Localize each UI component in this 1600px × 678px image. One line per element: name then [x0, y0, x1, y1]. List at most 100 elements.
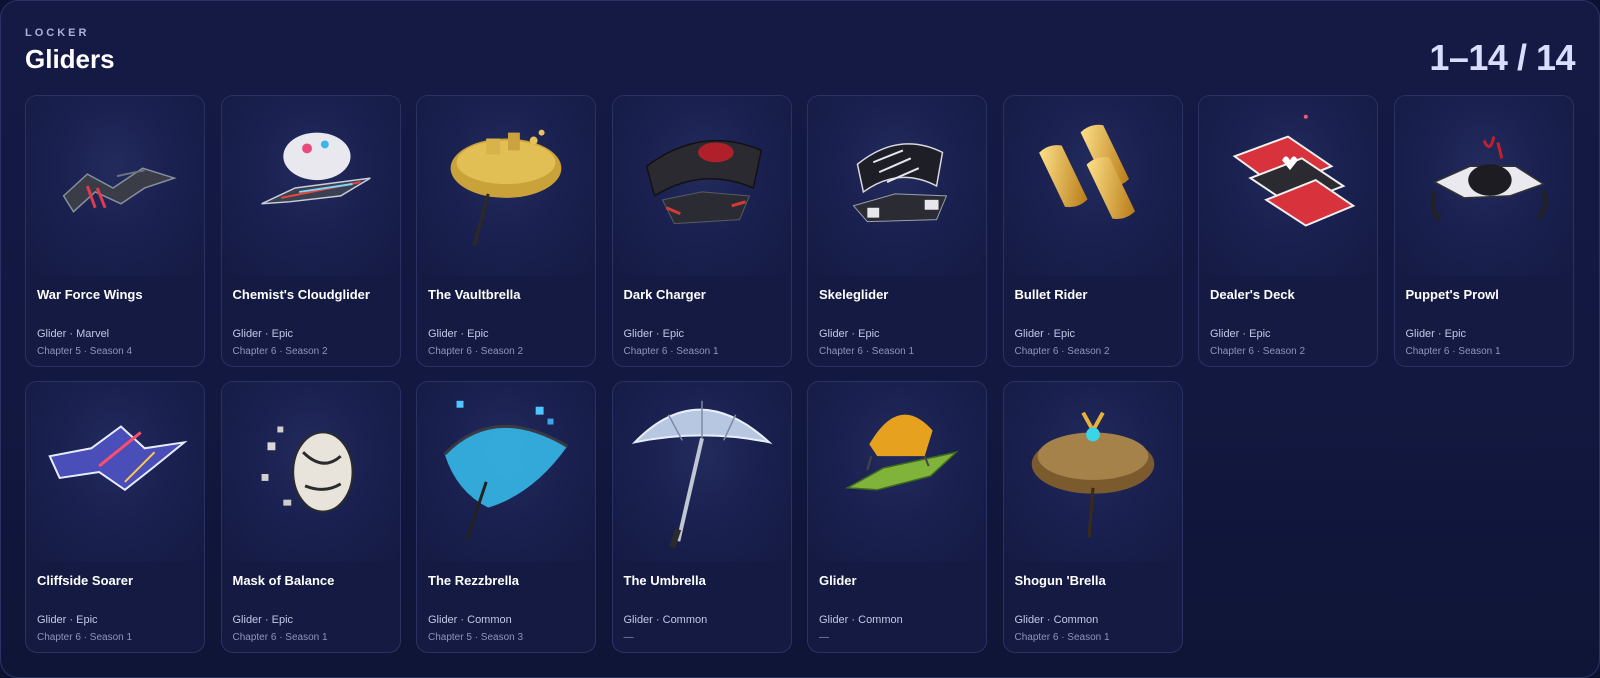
glider-type: Glider [37, 614, 67, 626]
puppets-prowl-icon [1394, 96, 1573, 276]
glider-card[interactable]: The Umbrella Glider · Common — [611, 381, 792, 653]
glider-card[interactable]: Puppet's Prowl Glider · Epic Chapter 6 · S… [1393, 95, 1574, 367]
rezzbrella-icon [417, 382, 595, 562]
dealers-deck-icon [1199, 96, 1377, 276]
meta-separator: · [66, 328, 77, 340]
glider-rarity: Common [858, 614, 903, 626]
glider-rarity: Epic [271, 614, 294, 626]
glider-name: Dark Charger [623, 287, 706, 302]
glider-type: Glider [37, 328, 67, 340]
glider-card[interactable]: Cliffside Soarer Glider · Epic Chapter 6 ·… [25, 381, 205, 653]
glider-type: Glider [232, 614, 262, 626]
glider-season: Chapter 5 · Season 4 [37, 346, 133, 357]
glider-rarity: Common [662, 614, 708, 626]
glider-card[interactable]: Dealer's Deck Glider · Epic Chapter 6 · Se… [1198, 95, 1378, 367]
chemists-cloudglider-icon [221, 96, 400, 276]
glider-card[interactable]: War Force Wings Glider · Marvel Chapter 5 … [25, 95, 205, 367]
meta-separator: · [848, 328, 859, 340]
dark-charger-icon [612, 96, 791, 276]
glider-rarity: Epic [1249, 328, 1271, 340]
glider-season: Chapter 6 · Season 1 [1405, 346, 1501, 357]
glider-type: Glider [1405, 328, 1435, 340]
glider-season: Chapter 6 · Season 1 [819, 346, 915, 357]
glider-type: Glider [623, 614, 653, 626]
glider-type: Glider [232, 328, 262, 340]
glider-card[interactable]: Glider Glider · Common — [807, 381, 987, 653]
item-counter: 1–14 / 14 [1429, 37, 1575, 78]
glider-name: Mask of Balance [232, 573, 335, 588]
glider-meta: Glider · Common [428, 614, 512, 626]
glider-name: Chemist's Cloudglider [232, 287, 370, 302]
glider-meta: Glider · Epic [428, 328, 489, 340]
glider-season: Chapter 6 · Season 2 [1014, 346, 1110, 357]
glider-type: Glider [428, 328, 458, 340]
glider-type: Glider [623, 328, 653, 340]
glider-rarity: Common [467, 614, 512, 626]
glider-name: War Force Wings [37, 287, 143, 302]
glider-rarity: Epic [467, 328, 489, 340]
glider-type: Glider [1014, 614, 1044, 626]
glider-meta: Glider · Epic [37, 614, 98, 626]
glider-name: Glider [819, 573, 857, 588]
glider-card[interactable]: Dark Charger Glider · Epic Chapter 6 · Sea… [611, 95, 792, 367]
meta-separator: · [261, 328, 272, 340]
page-title: Gliders [25, 44, 115, 74]
glider-name: Dealer's Deck [1210, 287, 1295, 302]
meta-separator: · [652, 328, 663, 340]
mask-of-balance-icon [221, 382, 400, 562]
glider-meta: Glider · Marvel [37, 328, 109, 340]
meta-separator: · [1434, 328, 1445, 340]
glider-type: Glider [819, 614, 849, 626]
war-force-wings-icon [26, 96, 204, 276]
glider-season: Chapter 6 · Season 1 [37, 632, 133, 643]
glider-season: Chapter 5 · Season 3 [428, 632, 524, 643]
glider-type: Glider [428, 614, 458, 626]
glider-rarity: Common [1053, 614, 1099, 626]
glider-grid: War Force Wings Glider · Marvel Chapter 5 … [25, 95, 1574, 653]
glider-meta: Glider · Epic [1406, 328, 1467, 340]
glider-name: The Umbrella [623, 573, 706, 588]
vaultbrella-icon [417, 96, 595, 276]
glider-card[interactable]: Bullet Rider Glider · Epic Chapter 6 · Sea… [1002, 95, 1183, 367]
umbrella-icon [612, 382, 791, 562]
locker-panel: LOCKER Gliders 1–14 / 14 War Force Wings… [0, 0, 1600, 678]
skeleglider-icon [808, 96, 986, 276]
meta-separator: · [1043, 328, 1054, 340]
glider-card[interactable]: Chemist's Cloudglider Glider · Epic Chapte… [220, 95, 401, 367]
glider-rarity: Epic [271, 328, 294, 340]
meta-separator: · [848, 614, 859, 626]
glider-rarity: Marvel [76, 328, 110, 340]
glider-type: Glider [1014, 328, 1044, 340]
section-eyebrow: LOCKER [25, 27, 90, 39]
meta-separator: · [1239, 328, 1250, 340]
glider-meta: Glider · Epic [1015, 328, 1076, 340]
glider-card[interactable]: Skeleglider Glider · Epic Chapter 6 · Seas… [807, 95, 987, 367]
glider-season: — [819, 632, 829, 643]
glider-name: Cliffside Soarer [37, 573, 134, 588]
glider-rarity: Epic [662, 328, 685, 340]
glider-type: Glider [1210, 328, 1240, 340]
glider-card[interactable]: The Rezzbrella Glider · Common Chapter 5 ·… [416, 381, 596, 653]
glider-icon [808, 382, 986, 562]
glider-name: The Vaultbrella [428, 287, 521, 302]
glider-card[interactable]: Shogun 'Brella Glider · Common Chapter 6 ·… [1002, 381, 1183, 653]
glider-rarity: Epic [1053, 328, 1076, 340]
glider-card[interactable]: Mask of Balance Glider · Epic Chapter 6 · … [220, 381, 401, 653]
glider-name: Shogun 'Brella [1014, 573, 1106, 588]
glider-meta: Glider · Epic [1210, 328, 1271, 340]
glider-season: Chapter 6 · Season 1 [623, 346, 719, 357]
glider-meta: Glider · Common [1015, 614, 1099, 626]
glider-rarity: Epic [76, 614, 98, 626]
cliffside-soarer-icon [26, 382, 204, 562]
meta-separator: · [66, 614, 77, 626]
glider-season: Chapter 6 · Season 1 [232, 632, 328, 643]
meta-separator: · [652, 614, 663, 626]
glider-card[interactable]: The Vaultbrella Glider · Epic Chapter 6 · … [416, 95, 596, 367]
glider-rarity: Epic [858, 328, 880, 340]
glider-meta: Glider · Epic [819, 328, 880, 340]
glider-name: Skeleglider [819, 287, 889, 302]
bullet-rider-icon [1003, 96, 1182, 276]
glider-season: Chapter 6 · Season 1 [1014, 632, 1110, 643]
shogun-brella-icon [1003, 382, 1182, 562]
glider-season: Chapter 6 · Season 2 [428, 346, 524, 357]
